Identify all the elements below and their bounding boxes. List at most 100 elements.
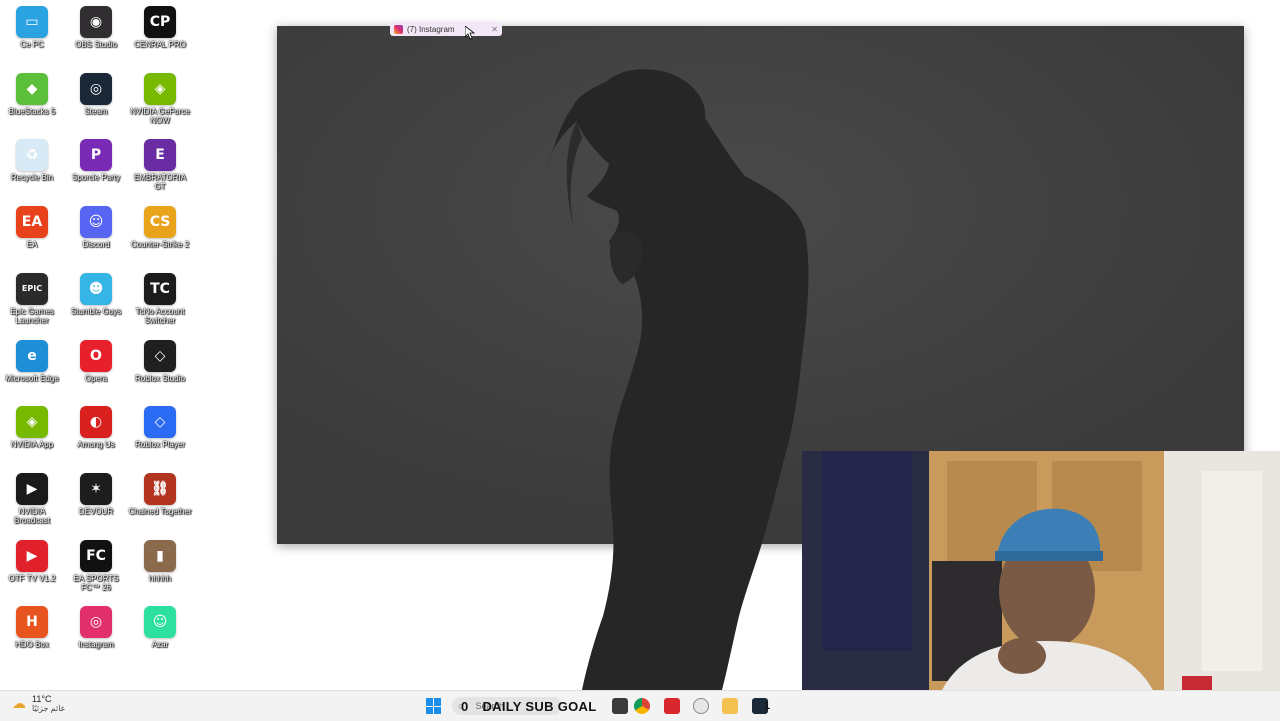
desktop-icon[interactable]: H HDO Box [0,606,64,649]
desktop-icon-label: Chained Together [128,506,192,516]
geforce-now-icon: ◈ [144,72,176,105]
desktop-icon[interactable]: EPIC Epic Games Launcher [0,272,64,325]
instagram-icon: ◎ [80,606,112,639]
desktop-icon[interactable]: O Opera [64,339,128,383]
desktop-icon-label: HDO Box [15,640,49,650]
desktop-icon-label: Stumble Guys [70,306,122,316]
desktop-icon[interactable]: ▶ OTF TV V1.2 [0,539,64,583]
opera-icon: O [80,339,112,372]
roblox-player-icon: ◇ [144,406,176,439]
desktop-icon-label: TcNo Account Switcher [135,306,185,325]
clock-app-icon[interactable] [693,698,709,714]
pc-icon: ▭ [16,6,48,38]
tab-title: (7) Instagram [407,24,455,34]
counter-strike-icon: CS [144,206,176,239]
desktop-icon[interactable]: ◐ Among Us [64,406,128,449]
desktop-icon-label: EA [26,240,38,250]
edge-icon: e [16,339,48,372]
desktop-icon-label: Recycle Bin [10,173,54,183]
weather-widget[interactable]: ☁ 11°C غائم جزئيًا [12,694,65,713]
discord-icon: ☺ [80,206,112,239]
desktop-icon[interactable]: ◉ OBS Studio [64,6,128,49]
nvidia-broadcast-icon: ▶ [16,472,48,505]
chained-together-icon: ⛓ [144,472,176,505]
desktop-icon[interactable]: ✶ DEVOUR [64,472,128,516]
azar-icon: ☺ [144,606,176,639]
desktop-icon[interactable]: ◇ Roblox Player [128,406,192,449]
desktop-icon-label: Roblox Studio [135,373,185,383]
desktop-icon[interactable]: ◈ NVIDIA App [0,406,64,449]
desktop-icon[interactable]: FC EA SPORTS FC™ 26 [64,539,128,592]
desktop-icon-label: Ce PC [20,40,44,49]
roblox-studio-icon: ◇ [144,339,176,372]
cenral-pro-icon: CP [144,6,176,38]
desktop-icon[interactable]: ☻ Stumble Guys [64,272,128,316]
windows-start-icon[interactable] [426,698,442,714]
desktop-icon-label: Discord [82,240,110,250]
sporcle-party-icon: P [80,139,112,172]
desktop-icon[interactable]: EA EA [0,206,64,249]
desktop-icon-label: NVIDIA GeForce NOW [130,106,190,125]
devour-icon: ✶ [80,472,112,505]
among-us-icon: ◐ [80,406,112,439]
daily-sub-goal-overlay: 0 DAILY SUB GOAL [461,699,596,714]
stumble-guys-icon: ☻ [80,272,112,305]
desktop-icon-label: EA SPORTS FC™ 26 [73,573,119,592]
desktop-icon[interactable]: ▮ hhhhh [128,539,192,583]
taskbar: ☁ 11°C غائم جزئيًا ○ Search 0 DAILY SUB … [0,690,1280,721]
desktop-icon[interactable]: ◎ Instagram [64,606,128,649]
desktop-icon[interactable]: CS Counter-Strike 2 [128,206,192,249]
desktop-icon[interactable]: ☺ Discord [64,206,128,249]
cloud-sun-icon: ☁ [12,695,26,711]
desktop-icon-label: hhhhh [148,573,172,583]
desktop-icon[interactable]: CP CENRAL PRO [128,6,192,49]
desktop-icon-label: NVIDIA Broadcast [13,506,51,525]
instagram-icon [394,24,403,34]
desktop-icon-label: NVIDIA App [10,440,54,450]
desktop-icon[interactable]: P Sporcle Party [64,139,128,182]
embratoria-icon: E [144,139,176,172]
webcam-overlay [802,451,1280,720]
steam-icon: ◎ [80,72,112,105]
nvidia-app-icon: ◈ [16,406,48,439]
desktop-icon-label: Roblox Player [135,440,185,450]
file-explorer-icon[interactable] [722,698,738,714]
sub-goal-count: 0 [461,699,469,714]
chrome-icon[interactable] [634,698,650,714]
desktop-icon[interactable]: TC TcNo Account Switcher [128,272,192,325]
desktop-icon[interactable]: ◇ Roblox Studio [128,339,192,383]
desktop-icon[interactable]: ◎ Steam [64,72,128,116]
desktop-icon-label: OBS Studio [75,40,117,49]
desktop-icon-label: OTF TV V1.2 [8,573,56,583]
tcno-icon: TC [144,272,176,305]
desktop-icon[interactable]: ◆ BlueStacks 5 [0,72,64,116]
desktop-icon[interactable]: ▶ NVIDIA Broadcast [0,472,64,525]
mouse-cursor-icon [465,26,475,40]
desktop-icon[interactable]: ♻ Recycle Bin [0,139,64,182]
weather-desc: غائم جزئيًا [32,704,65,713]
desktop-icon-label: Opera [84,373,108,383]
sub-goal-label: DAILY SUB GOAL [482,699,597,714]
webcam-image [802,451,1280,720]
desktop-icon[interactable]: E EMBRATORIA GT [128,139,192,191]
desktop-icon[interactable]: ▭ Ce PC [0,6,64,49]
desktop-icon-label: Azar [151,640,169,650]
recycle-bin-icon: ♻ [16,139,48,172]
browser-tab-instagram[interactable]: (7) Instagram ✕ [390,22,502,36]
desktop-icon-label: Sporcle Party [71,173,121,183]
desktop-icon[interactable]: ☺ Azar [128,606,192,649]
close-tab-icon[interactable]: ✕ [491,25,498,34]
desktop-icon-label: EMBRATORIA GT [133,173,187,192]
taskbar-app-icon[interactable] [612,698,628,714]
desktop-icon[interactable]: ◈ NVIDIA GeForce NOW [128,72,192,125]
red-app-icon[interactable] [664,698,680,714]
desktop-icon[interactable]: ⛓ Chained Together [128,472,192,516]
desktop-icon-label: Counter-Strike 2 [130,240,190,250]
hdo-box-icon: H [16,606,48,639]
desktop-icon-label: Microsoft Edge [5,373,59,383]
desktop-icon-label: Among Us [77,440,115,450]
ea-fc-icon: FC [80,539,112,572]
obs-icon: ◉ [80,6,112,38]
desktop-icon-label: Instagram [78,640,114,650]
desktop-icon[interactable]: e Microsoft Edge [0,339,64,383]
